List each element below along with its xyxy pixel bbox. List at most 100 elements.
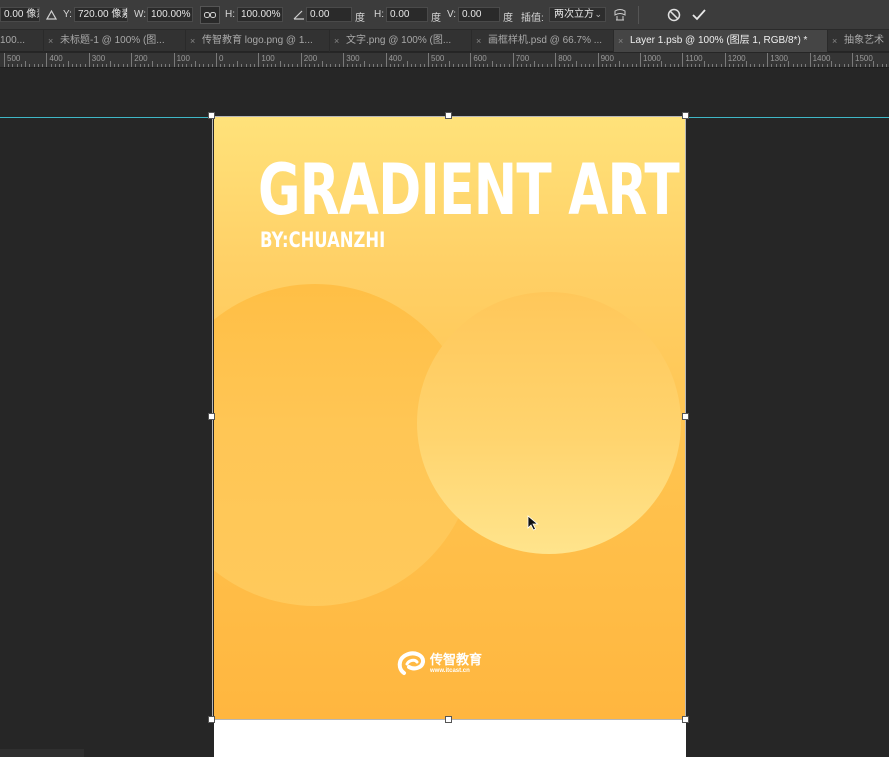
ruler-tick <box>440 64 442 67</box>
ruler-tick <box>169 64 171 67</box>
close-icon[interactable]: × <box>618 30 623 52</box>
tab-label: 抽象艺术 <box>844 35 884 46</box>
transform-handle-left[interactable] <box>208 413 215 420</box>
ruler-tick <box>25 61 27 67</box>
close-icon[interactable]: × <box>190 30 195 52</box>
ruler-tick <box>521 64 523 67</box>
horizontal-ruler[interactable]: 500 400 300 200 100 0 100 200 300 400 500 600 700 800… <box>0 53 889 68</box>
ruler-tick <box>249 64 251 67</box>
ruler-tick <box>322 61 323 67</box>
ruler-tick <box>746 61 747 67</box>
chevron-down-icon: ⌄ <box>594 9 602 19</box>
x-position-field[interactable]: 0.00 像素 <box>0 7 40 22</box>
cancel-transform-icon[interactable] <box>665 6 683 24</box>
ruler-tick <box>50 64 52 67</box>
warp-icon[interactable] <box>611 6 629 24</box>
ruler-tick <box>42 64 44 67</box>
transform-handle-right[interactable] <box>682 413 689 420</box>
transform-handle-top-right[interactable] <box>682 112 689 119</box>
y-position-field[interactable]: 720.00 像素 <box>74 7 128 22</box>
ruler-tick <box>589 64 591 67</box>
ruler-tick <box>389 64 391 67</box>
ruler-tick <box>444 64 446 67</box>
ruler-tick <box>423 64 425 67</box>
close-icon[interactable]: × <box>476 30 481 52</box>
ruler-tick <box>474 64 476 67</box>
ruler-label: 1300 <box>770 54 788 63</box>
ruler-tick <box>805 64 807 67</box>
ruler-tick <box>610 64 612 67</box>
tab-document-1[interactable]: 100... <box>0 30 44 52</box>
transform-handle-top[interactable] <box>445 112 452 119</box>
link-icon[interactable] <box>200 6 220 24</box>
tab-document-active[interactable]: × Layer 1.psb @ 100% (图层 1, RGB/8*) * <box>614 30 828 52</box>
ruler-tick <box>830 61 832 67</box>
ruler-tick <box>661 61 663 67</box>
ruler-tick <box>470 53 472 67</box>
ruler-tick <box>881 64 883 67</box>
transform-handle-bottom-right[interactable] <box>682 716 689 723</box>
close-icon[interactable]: × <box>48 30 53 52</box>
ruler-tick <box>491 61 493 67</box>
ruler-tick <box>771 64 773 67</box>
close-icon[interactable]: × <box>334 30 339 52</box>
tab-document-5[interactable]: × 画框样机.psd @ 66.7% ... <box>472 30 614 52</box>
ruler-tick <box>122 64 124 67</box>
ruler-tick <box>415 64 417 67</box>
commit-transform-icon[interactable] <box>690 6 708 24</box>
v-skew-field[interactable]: 0.00 <box>458 7 500 22</box>
gradient-circle-right <box>417 292 681 554</box>
ruler-label: 400 <box>49 54 63 63</box>
ruler-tick <box>292 64 294 67</box>
ruler-tick <box>512 53 514 67</box>
h-skew-field[interactable]: 0.00 <box>386 7 428 22</box>
ruler-tick <box>377 64 379 67</box>
ruler-tick <box>813 64 815 67</box>
divider <box>638 6 639 24</box>
ruler-tick <box>59 64 61 67</box>
ruler-label: 500 <box>7 54 21 63</box>
ruler-tick <box>101 64 103 67</box>
transform-handle-bottom[interactable] <box>445 716 452 723</box>
ruler-tick <box>97 64 99 67</box>
ruler-tick <box>148 64 150 67</box>
width-field[interactable]: 100.00% <box>147 7 193 22</box>
ruler-tick <box>478 64 480 67</box>
ruler-tick <box>695 64 697 67</box>
ruler-tick <box>885 64 887 67</box>
tab-label: 未标题-1 @ 100% (图... <box>60 35 165 46</box>
ruler-tick <box>283 64 285 67</box>
transform-handle-top-left[interactable] <box>208 112 215 119</box>
ruler-tick <box>623 64 625 67</box>
ruler-tick <box>216 53 217 67</box>
ruler-tick <box>63 64 65 67</box>
tab-document-7[interactable]: × 抽象艺术 <box>828 30 889 52</box>
ruler-tick <box>767 53 769 67</box>
height-field[interactable]: 100.00% <box>237 7 283 22</box>
ruler-tick <box>165 64 167 67</box>
ruler-tick <box>868 64 870 67</box>
artwork-layer[interactable]: GRADIENT ART BY:CHUANZHI 传智教育 www.itcast… <box>214 116 686 720</box>
tab-label: 100... <box>0 35 26 46</box>
ruler-label: 500 <box>431 54 445 63</box>
ruler-tick <box>338 64 340 67</box>
ruler-tick <box>724 53 726 67</box>
ruler-tick <box>330 64 332 67</box>
ruler-tick <box>856 64 858 67</box>
ruler-label: 200 <box>303 54 318 63</box>
tab-document-2[interactable]: × 未标题-1 @ 100% (图... <box>44 30 186 52</box>
ruler-tick <box>555 53 557 67</box>
ruler-tick <box>843 64 845 67</box>
ruler-tick <box>559 64 561 67</box>
delta-icon[interactable] <box>42 6 60 24</box>
ruler-tick <box>631 64 633 67</box>
tab-document-3[interactable]: × 传智教育 logo.png @ 1... <box>186 30 330 52</box>
interpolation-select[interactable]: 两次立方 ⌄ <box>549 7 606 22</box>
transform-handle-bottom-left[interactable] <box>208 716 215 723</box>
rotate-angle-field[interactable]: 0.00 <box>306 7 352 22</box>
ruler-label: 1500 <box>855 54 873 63</box>
ruler-tick <box>754 64 756 67</box>
status-strip <box>0 749 84 757</box>
tab-document-4[interactable]: × 文字.png @ 100% (图... <box>330 30 472 52</box>
close-icon[interactable]: × <box>832 30 837 52</box>
